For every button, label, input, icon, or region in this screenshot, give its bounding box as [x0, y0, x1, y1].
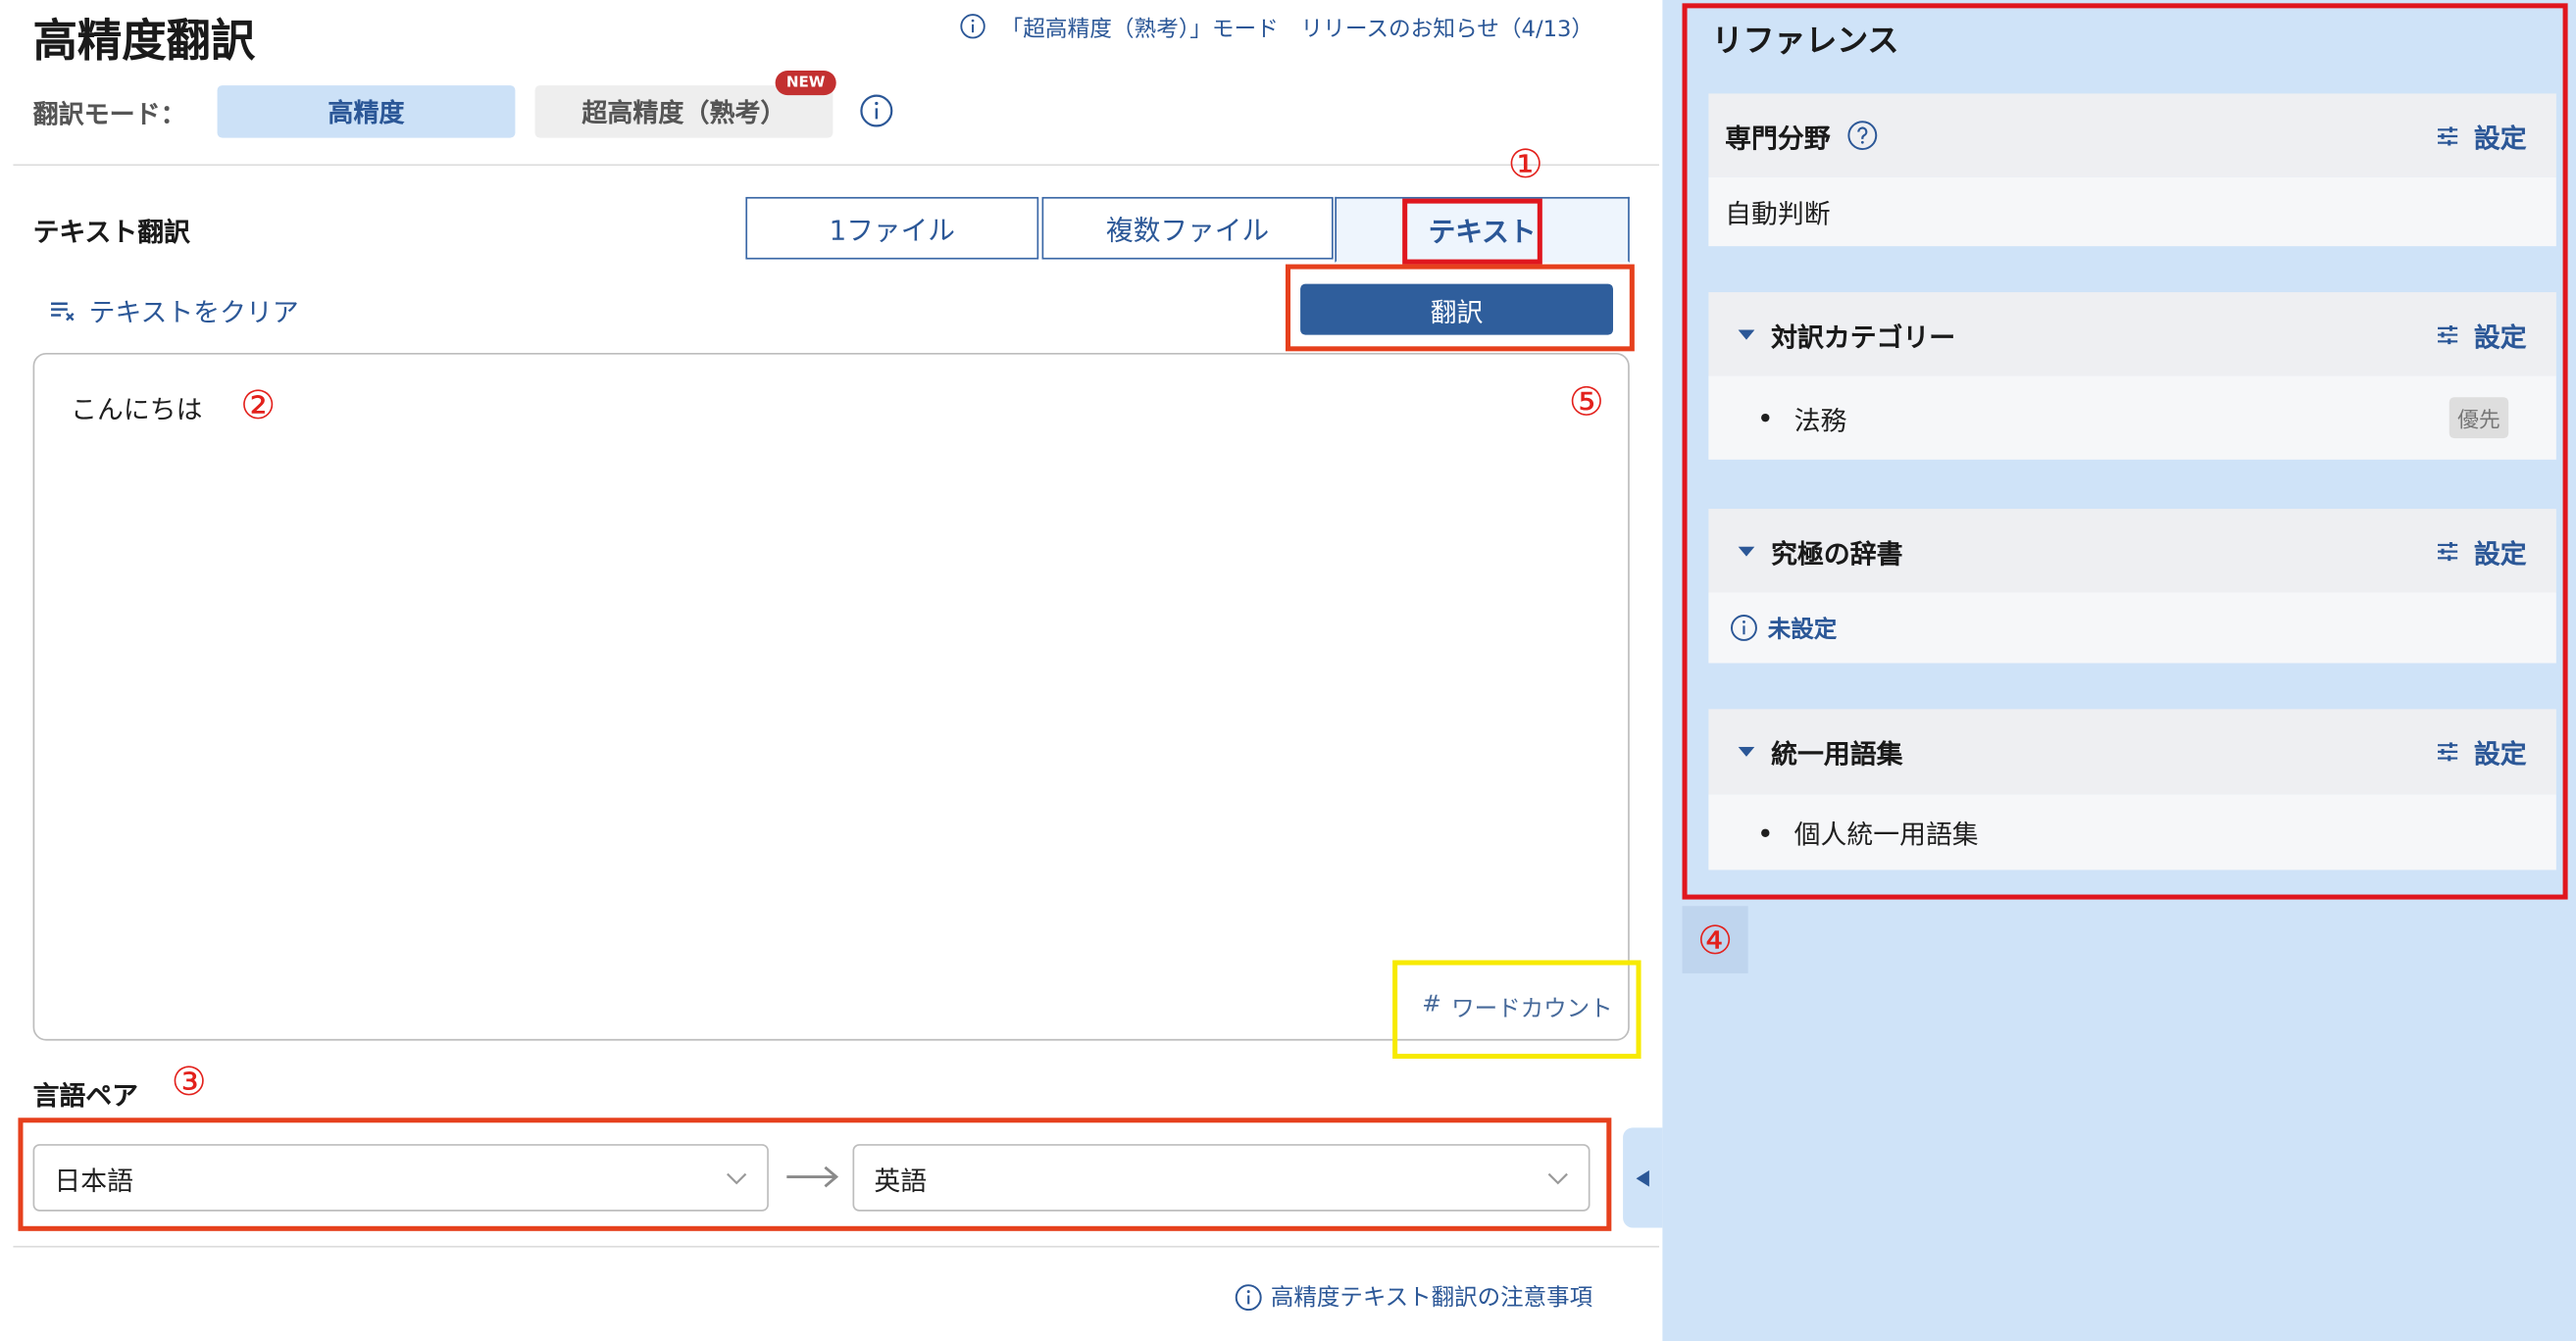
- mode-label: 翻訳モード：: [32, 100, 186, 130]
- divider: [13, 1245, 1660, 1248]
- clear-text-label: テキストをクリア: [88, 297, 299, 328]
- tab-single-file[interactable]: 1ファイル: [745, 196, 1039, 260]
- announcement-link[interactable]: 「超高精度（熟考）」モード リリースのお知らせ（4/13）: [960, 10, 1594, 43]
- page-title: 高精度翻訳: [32, 16, 256, 68]
- clear-text-icon: [49, 297, 78, 323]
- clear-text-button[interactable]: テキストをクリア: [49, 290, 299, 329]
- mode-high-precision-button[interactable]: 高精度: [217, 85, 516, 138]
- new-badge: NEW: [775, 71, 836, 96]
- collapse-panel-button[interactable]: [1623, 1127, 1663, 1228]
- tab-multiple-files[interactable]: 複数ファイル: [1041, 196, 1334, 260]
- source-text-input[interactable]: こんにちは: [32, 353, 1630, 1041]
- language-pair-heading: 言語ペア: [32, 1079, 139, 1112]
- annotation-marker-4: ④: [1697, 917, 1734, 964]
- annotation-marker-2: ②: [240, 382, 277, 429]
- triangle-left-icon: [1636, 1169, 1649, 1186]
- info-icon: [960, 13, 986, 39]
- annotation-box-4: [1682, 3, 2568, 900]
- annotation-box-5: [1285, 264, 1635, 352]
- notice-link[interactable]: 高精度テキスト翻訳の注意事項: [1235, 1280, 1592, 1313]
- annotation-marker-1: ①: [1507, 141, 1543, 187]
- info-icon[interactable]: [859, 93, 893, 127]
- app-window: 高精度翻訳 「超高精度（熟考）」モード リリースのお知らせ（4/13） 翻訳モー…: [0, 0, 2576, 1341]
- annotation-box-word-count: [1392, 960, 1642, 1060]
- annotation-marker-3: ③: [171, 1059, 207, 1105]
- announcement-text: 「超高精度（熟考）」モード リリースのお知らせ（4/13）: [1000, 16, 1594, 43]
- text-translation-heading: テキスト翻訳: [32, 217, 190, 248]
- divider: [13, 164, 1660, 167]
- annotation-marker-4-box: ④: [1682, 906, 1748, 973]
- annotation-marker-5: ⑤: [1568, 378, 1604, 425]
- notice-link-label: 高精度テキスト翻訳の注意事項: [1270, 1285, 1593, 1312]
- annotation-box-1: [1402, 198, 1542, 265]
- info-icon: [1235, 1283, 1263, 1311]
- annotation-box-3: [18, 1118, 1612, 1231]
